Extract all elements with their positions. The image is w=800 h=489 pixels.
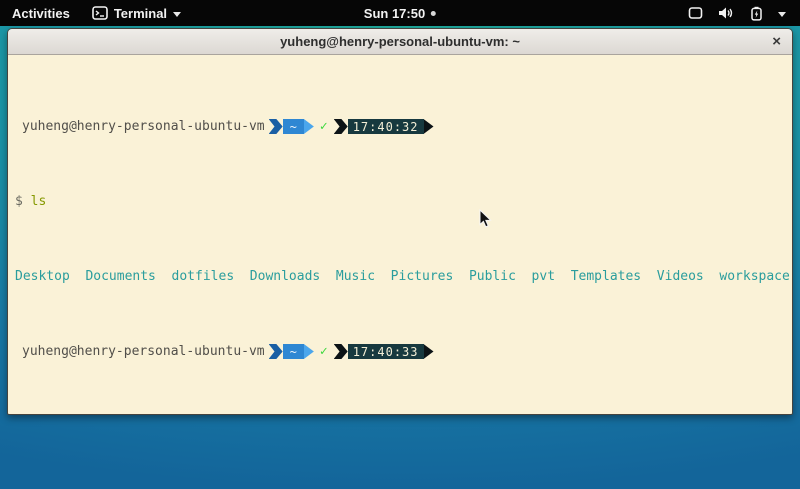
mouse-cursor-icon — [479, 209, 492, 233]
user-host: yuheng@henry-personal-ubuntu-vm — [15, 344, 265, 359]
powerline-arrow-icon — [424, 344, 434, 359]
time-segment: 17:40:33 — [348, 344, 424, 359]
cwd-segment: ~ — [283, 344, 304, 359]
status-check-icon: ✓ — [320, 119, 328, 134]
ls-output: Desktop Documents dotfiles Downloads Mus… — [15, 269, 792, 284]
clock-button[interactable]: Sun 17:50 — [364, 0, 436, 26]
cwd-segment: ~ — [283, 119, 304, 134]
powerline-arrow-icon — [304, 344, 314, 359]
command-text: ls — [31, 194, 47, 209]
powerline-separator-icon — [334, 344, 348, 359]
prompt-symbol: $ — [15, 194, 23, 209]
activities-button[interactable]: Activities — [0, 0, 82, 26]
screen-icon — [688, 6, 703, 20]
titlebar[interactable]: yuheng@henry-personal-ubuntu-vm: ~ × — [8, 29, 792, 55]
powerline-prompt: ~ ✓ 17:40:32 — [269, 119, 434, 134]
powerline-arrow-icon — [304, 119, 314, 134]
volume-icon — [718, 6, 735, 20]
powerline-separator-icon — [269, 119, 283, 134]
time-segment: 17:40:32 — [348, 119, 424, 134]
powerline-separator-icon — [269, 344, 283, 359]
powerline-arrow-icon — [424, 119, 434, 134]
top-bar: Activities Terminal Sun 17:50 — [0, 0, 800, 26]
system-tray[interactable] — [688, 0, 800, 26]
app-menu-label: Terminal — [114, 6, 167, 21]
window-title: yuheng@henry-personal-ubuntu-vm: ~ — [280, 34, 520, 49]
prompt-line: yuheng@henry-personal-ubuntu-vm ~ ✓ 17:4… — [15, 119, 792, 134]
caret-down-icon — [778, 12, 786, 17]
terminal-content[interactable]: yuheng@henry-personal-ubuntu-vm ~ ✓ 17:4… — [8, 55, 792, 414]
close-button[interactable]: × — [772, 29, 781, 54]
terminal-icon — [92, 6, 108, 20]
notification-dot-icon — [431, 11, 436, 16]
terminal-window: yuheng@henry-personal-ubuntu-vm: ~ × yuh… — [7, 28, 793, 415]
powerline-separator-icon — [334, 119, 348, 134]
status-check-icon: ✓ — [320, 344, 328, 359]
user-host: yuheng@henry-personal-ubuntu-vm — [15, 119, 265, 134]
app-menu-terminal[interactable]: Terminal — [82, 0, 191, 26]
battery-charging-icon — [750, 6, 763, 21]
powerline-prompt: ~ ✓ 17:40:33 — [269, 344, 434, 359]
caret-down-icon — [173, 12, 181, 17]
command-line: $ ls — [15, 194, 792, 209]
prompt-line: yuheng@henry-personal-ubuntu-vm ~ ✓ 17:4… — [15, 344, 792, 359]
desktop: Activities Terminal Sun 17:50 — [0, 0, 800, 489]
clock-label: Sun 17:50 — [364, 6, 425, 21]
